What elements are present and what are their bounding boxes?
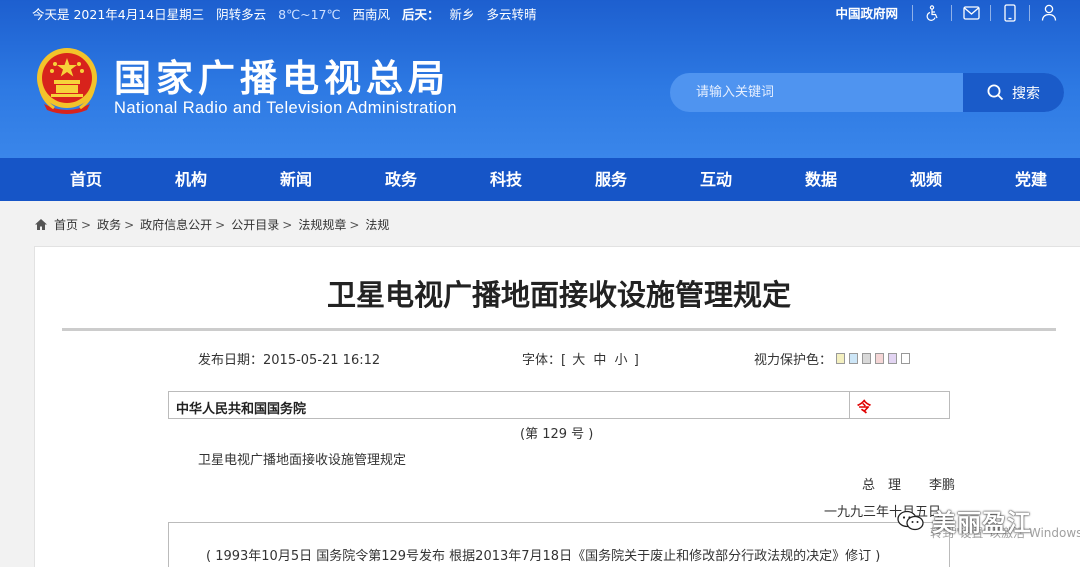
font-size-medium[interactable]: 中 bbox=[593, 353, 606, 368]
breadcrumb-item[interactable]: 政府信息公开 bbox=[140, 216, 212, 233]
nav-item-video[interactable]: 视频 bbox=[910, 158, 942, 201]
title-divider bbox=[62, 328, 1056, 331]
site-name-cn[interactable]: 国家广播电视总局 bbox=[114, 48, 450, 102]
tomorrow-place: 新乡 bbox=[449, 7, 475, 22]
weather-condition: 阴转多云 bbox=[216, 7, 267, 22]
nav-item-data[interactable]: 数据 bbox=[805, 158, 837, 201]
search-input[interactable] bbox=[670, 73, 964, 112]
nav-item-services[interactable]: 服务 bbox=[595, 158, 627, 201]
font-size-label: 字体：[ bbox=[522, 353, 567, 368]
wechat-icon bbox=[897, 510, 924, 530]
user-icon[interactable] bbox=[1040, 4, 1058, 22]
eye-color-swatch[interactable] bbox=[888, 353, 898, 364]
national-emblem-icon bbox=[34, 46, 100, 116]
font-size-close: ] bbox=[633, 353, 639, 368]
font-size-large[interactable]: 大 bbox=[572, 353, 585, 368]
search-button[interactable]: 搜索 bbox=[963, 73, 1064, 112]
font-size-control: 字体：[ 大 中 小 ] bbox=[522, 349, 639, 368]
eye-color-swatch[interactable] bbox=[862, 353, 872, 364]
breadcrumb: 首页 > 政务 > 政府信息公开 > 公开目录 > 法规规章 > 法规 bbox=[34, 216, 392, 233]
breadcrumb-item[interactable]: 法规规章 bbox=[298, 216, 346, 233]
top-info-bar: 今天是 2021年4月14日星期三 阴转多云 8℃~17℃ 西南风 后天： 新乡… bbox=[0, 0, 1080, 24]
search-icon bbox=[987, 84, 1004, 101]
breadcrumb-item[interactable]: 公开目录 bbox=[231, 216, 279, 233]
tomorrow-condition: 多云转晴 bbox=[486, 7, 537, 22]
nav-item-news[interactable]: 新闻 bbox=[280, 158, 312, 201]
main-nav: 首页 机构 新闻 政务 科技 服务 互动 数据 视频 党建 bbox=[0, 158, 1080, 201]
revision-note: ( 1993年10月5日 国务院令第129号发布 根据2013年7月18日《国务… bbox=[206, 549, 881, 564]
wechat-watermark: 美丽盈江 bbox=[896, 503, 1032, 538]
breadcrumb-item[interactable]: 首页 bbox=[54, 216, 78, 233]
eye-color-swatch[interactable] bbox=[901, 353, 911, 364]
search-button-label: 搜索 bbox=[1012, 85, 1040, 102]
regulation-name: 卫星电视广播地面接收设施管理规定 bbox=[198, 453, 407, 468]
site-name-en: National Radio and Television Administra… bbox=[114, 99, 457, 117]
home-icon[interactable] bbox=[34, 218, 48, 231]
nav-item-technology[interactable]: 科技 bbox=[490, 158, 522, 201]
premier-name: 李鹏 bbox=[929, 478, 956, 493]
mobile-icon[interactable] bbox=[1001, 3, 1019, 22]
issuer-table: 中华人民共和国国务院 令 bbox=[168, 391, 950, 419]
font-size-small[interactable]: 小 bbox=[615, 353, 628, 368]
premier-signature: 总 理 李鹏 bbox=[862, 474, 955, 493]
wind: 西南风 bbox=[352, 7, 391, 22]
search-bar: 搜索 bbox=[670, 73, 1064, 112]
eye-care-label: 视力保护色： bbox=[754, 353, 833, 368]
date-text: 今天是 2021年4月14日星期三 bbox=[32, 7, 205, 22]
nav-item-organization[interactable]: 机构 bbox=[175, 158, 207, 201]
site-header: 今天是 2021年4月14日星期三 阴转多云 8℃~17℃ 西南风 后天： 新乡… bbox=[0, 0, 1080, 158]
tomorrow-label: 后天： bbox=[402, 7, 440, 22]
gov-portal-link[interactable]: 中国政府网 bbox=[835, 3, 898, 22]
weather-info: 今天是 2021年4月14日星期三 阴转多云 8℃~17℃ 西南风 后天： 新乡… bbox=[32, 4, 545, 23]
eye-color-swatch[interactable] bbox=[875, 353, 885, 364]
accessibility-icon[interactable] bbox=[923, 4, 941, 22]
premier-label: 总 理 bbox=[862, 478, 902, 493]
nav-item-home[interactable]: 首页 bbox=[70, 158, 102, 201]
nav-item-government-affairs[interactable]: 政务 bbox=[385, 158, 417, 201]
temperature: 8℃~17℃ bbox=[278, 7, 341, 22]
eye-color-swatch[interactable] bbox=[849, 353, 859, 364]
eye-color-swatch[interactable] bbox=[836, 353, 846, 364]
eye-care-colors: 视力保护色： bbox=[754, 349, 911, 368]
publish-date: 发布日期：2015-05-21 16:12 bbox=[198, 353, 381, 368]
order-number: (第 129 号 ) bbox=[520, 427, 594, 442]
breadcrumb-item[interactable]: 法规 bbox=[365, 216, 389, 233]
article-title: 卫星电视广播地面接收设施管理规定 bbox=[326, 278, 791, 312]
breadcrumb-item[interactable]: 政务 bbox=[97, 216, 121, 233]
decree-label: 令 bbox=[857, 400, 871, 416]
nav-item-party[interactable]: 党建 bbox=[1015, 158, 1047, 201]
issuer-name: 中华人民共和国国务院 bbox=[176, 402, 307, 417]
watermark-text: 美丽盈江 bbox=[932, 509, 1032, 537]
top-links: 中国政府网 bbox=[835, 3, 1058, 22]
mail-icon[interactable] bbox=[962, 4, 980, 22]
nav-item-interaction[interactable]: 互动 bbox=[700, 158, 732, 201]
